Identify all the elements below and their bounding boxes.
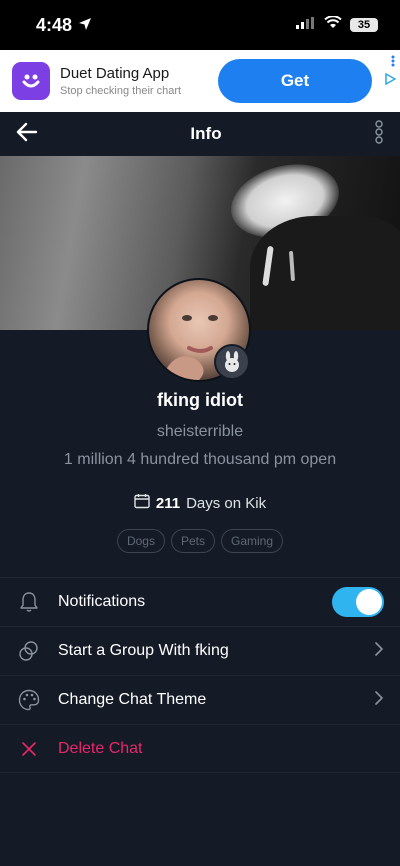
status-time: 4:48	[36, 15, 92, 36]
ad-app-logo[interactable]	[12, 62, 50, 100]
ad-banner[interactable]: Duet Dating App Stop checking their char…	[0, 50, 400, 112]
tag-dogs: Dogs	[116, 529, 165, 553]
interest-tags: Dogs Pets Gaming	[0, 529, 400, 553]
start-group-label: Start a Group With fking	[58, 642, 229, 659]
menu-item-notifications[interactable]: Notifications	[0, 577, 400, 626]
menu-item-change-theme[interactable]: Change Chat Theme	[0, 675, 400, 724]
clock-label: 4:48	[36, 14, 73, 35]
close-x-icon	[18, 738, 40, 760]
group-circles-icon	[18, 640, 40, 662]
settings-menu: Notifications Start a Group With fking C…	[0, 577, 400, 773]
signal-icon	[296, 16, 316, 34]
location-arrow-icon	[78, 15, 92, 36]
chevron-right-icon	[374, 641, 384, 662]
notifications-label: Notifications	[58, 593, 146, 610]
tag-gaming: Gaming	[221, 529, 284, 553]
nav-bar: Info	[0, 112, 400, 156]
toggle-knob	[356, 589, 382, 615]
days-count: 211	[155, 494, 181, 512]
delete-chat-label: Delete Chat	[58, 739, 143, 757]
change-theme-label: Change Chat Theme	[58, 691, 207, 708]
profile-info: fking idiot sheisterrible 1 million 4 hu…	[0, 386, 400, 553]
menu-item-delete-chat[interactable]: Delete Chat	[0, 724, 400, 773]
calendar-icon	[134, 493, 150, 513]
menu-item-start-group[interactable]: Start a Group With fking	[0, 626, 400, 675]
days-on-kik: 211 Days on Kik	[0, 493, 400, 513]
days-label: Days on Kik	[186, 494, 267, 512]
ad-info-icon[interactable]	[390, 54, 396, 72]
notifications-toggle[interactable]	[332, 587, 384, 617]
palette-icon	[18, 689, 40, 711]
ad-get-button[interactable]: Get	[218, 59, 372, 103]
display-name: fking idiot	[157, 390, 243, 410]
ad-choices-icon[interactable]	[384, 72, 397, 90]
bell-icon	[18, 591, 40, 613]
bunny-badge-icon	[214, 344, 250, 380]
bio: 1 million 4 hundred thousand pm open	[63, 451, 337, 468]
ad-subtitle: Stop checking their chart	[60, 85, 182, 97]
ad-text: Duet Dating App Stop checking their char…	[60, 65, 218, 97]
wifi-icon	[324, 15, 342, 34]
page-title: Info	[190, 124, 222, 143]
chevron-right-icon	[374, 690, 384, 711]
ad-title: Duet Dating App	[60, 65, 170, 82]
tag-pets: Pets	[170, 529, 215, 553]
battery-icon: 35	[350, 18, 378, 32]
status-bar: 4:48 35	[0, 0, 400, 50]
username: sheisterrible	[156, 423, 244, 440]
back-arrow-icon[interactable]	[16, 122, 38, 147]
status-indicators: 35	[296, 15, 378, 34]
more-vertical-icon[interactable]	[374, 119, 384, 149]
